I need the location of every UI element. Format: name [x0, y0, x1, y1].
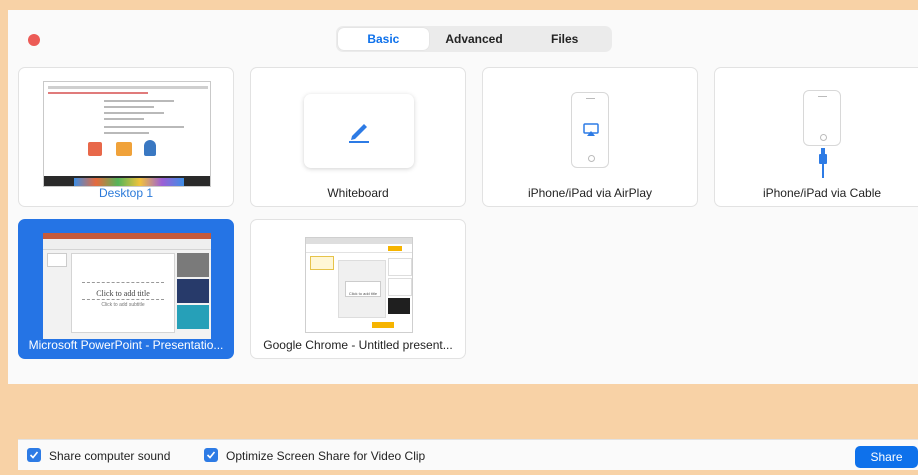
share-sound-checkbox[interactable] [27, 448, 41, 462]
tile-label: Desktop 1 [98, 186, 154, 200]
tile-label: Whiteboard [327, 186, 389, 200]
share-sound-label[interactable]: Share computer sound [49, 449, 170, 463]
tile-label: iPhone/iPad via AirPlay [527, 186, 653, 200]
source-powerpoint-window[interactable]: Click to add title Click to add subtitle… [18, 219, 234, 359]
phone-icon [803, 90, 841, 146]
tab-basic[interactable]: Basic [338, 28, 429, 50]
share-button[interactable]: Share [855, 446, 918, 468]
whiteboard-card [304, 94, 414, 168]
slide-title: Click to add title [348, 291, 378, 296]
share-screen-panel: Basic Advanced Files Desktop 1 Whiteboar… [8, 10, 918, 384]
share-options-bar: Share computer sound Optimize Screen Sha… [18, 439, 918, 470]
source-whiteboard[interactable]: Whiteboard [250, 67, 466, 207]
close-window-button[interactable] [28, 34, 40, 46]
desktop-screenshot-thumbnail [43, 81, 211, 187]
airplay-icon [583, 123, 599, 142]
pencil-icon [346, 119, 372, 148]
tab-advanced[interactable]: Advanced [429, 28, 520, 50]
source-iphone-cable[interactable]: iPhone/iPad via Cable [714, 67, 918, 207]
checkmark-icon [206, 451, 216, 459]
checkmark-icon [29, 451, 39, 459]
cable-icon [818, 148, 828, 183]
share-tabs: Basic Advanced Files [336, 26, 612, 52]
slide-title: Click to add title [96, 289, 150, 298]
chrome-window-thumbnail: Click to add title [305, 237, 413, 333]
source-desktop-1[interactable]: Desktop 1 [18, 67, 234, 207]
tile-label: iPhone/iPad via Cable [762, 186, 882, 200]
source-iphone-airplay[interactable]: iPhone/iPad via AirPlay [482, 67, 698, 207]
tile-label: Google Chrome - Untitled present... [263, 338, 453, 352]
powerpoint-window-thumbnail: Click to add title Click to add subtitle [43, 233, 211, 339]
tab-files[interactable]: Files [519, 28, 610, 50]
slide-subtitle: Click to add subtitle [101, 302, 145, 308]
phone-icon [571, 92, 609, 168]
optimize-video-checkbox[interactable] [204, 448, 218, 462]
optimize-video-label[interactable]: Optimize Screen Share for Video Clip [226, 449, 425, 463]
source-chrome-window[interactable]: Click to add title Google Chrome - Untit… [250, 219, 466, 359]
tile-label: Microsoft PowerPoint - Presentatio... [28, 338, 224, 352]
